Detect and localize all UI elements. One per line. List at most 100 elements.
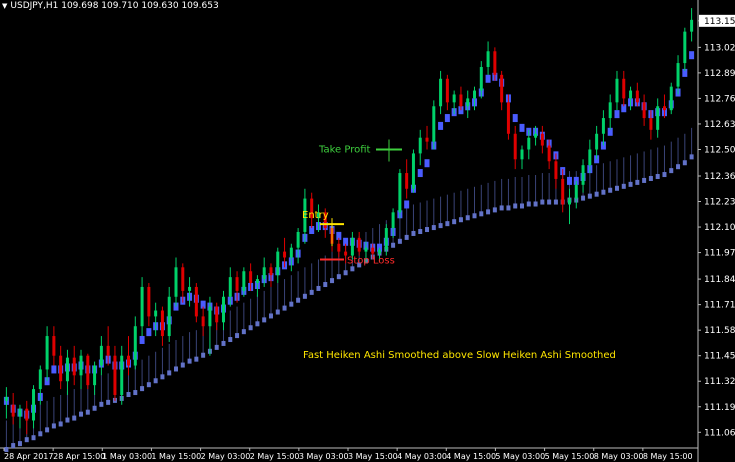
y-tick-label: 111.840 [704,275,735,285]
candle-body [669,86,673,111]
candle-body [215,306,219,323]
candle-body [500,74,504,103]
dropdown-triangle-icon[interactable]: ▼ [2,2,7,10]
candle-body [11,404,15,417]
slow-ha-bar [330,278,335,284]
candle-body [208,306,212,327]
candle-body [357,237,361,252]
candle-body [506,102,510,134]
candle-body [147,286,151,317]
current-price-label: 113.155 [704,17,735,27]
candle-body [418,137,422,154]
slow-ha-bar [65,417,70,423]
x-tick-label: 2 May 15:00 [250,452,300,461]
candle-body [405,173,409,189]
slow-ha-bar [187,358,192,364]
slow-ha-bar [391,242,396,248]
slow-ha-bar [262,317,267,323]
slow-ha-bar [492,207,497,213]
slow-ha-bar [255,321,260,327]
slow-ha-bar [669,168,674,174]
y-tick-label: 112.760 [704,94,735,104]
candle-body [201,316,205,327]
slow-ha-bar [316,285,321,291]
slow-ha-bar [533,201,538,207]
x-tick-label: 8 May 03:00 [594,452,644,461]
slow-ha-bar [614,185,619,191]
slow-ha-bar [92,405,97,411]
slow-ha-bar [140,386,145,392]
candle-body [337,243,341,252]
candle-body [242,271,246,291]
slow-ha-bar [458,217,463,223]
candle-body [371,247,375,254]
slow-ha-bar [418,229,423,234]
slow-ha-bar [520,203,524,209]
slow-ha-bar [526,201,531,207]
candle-body [52,336,56,356]
take-profit-label: Take Profit [318,144,371,155]
candle-body [629,90,633,99]
slow-ha-bar [404,234,409,240]
slow-ha-bar [506,205,511,211]
slow-ha-bar [628,181,633,187]
candle-body [588,149,592,166]
candle-body [350,237,354,256]
candle-body [221,296,225,323]
slow-ha-bar [648,175,653,181]
slow-ha-bar [133,390,138,396]
candle-body [262,267,266,280]
fast-ha-bar [485,74,491,83]
slow-ha-bar [343,270,348,276]
chart-header: ▼ USDJPY,H1 109.698 109.710 109.630 109.6… [2,1,219,11]
candle-body [561,178,565,205]
slow-ha-bar [689,154,694,160]
y-tick-label: 111.710 [704,301,735,311]
candle-body [25,408,29,421]
y-tick-label: 111.190 [704,403,735,413]
slow-ha-bar [452,219,457,225]
fast-ha-bar [519,123,525,132]
y-tick-label: 111.450 [704,352,735,362]
x-tick-label: 8 May 15:00 [643,452,693,461]
slow-ha-bar [309,289,314,295]
slow-ha-bar [31,435,36,441]
slow-ha-bar [608,187,613,193]
slow-ha-bar [174,366,178,372]
candle-body [676,63,680,87]
slow-ha-bar [214,344,219,350]
candle-body [276,251,280,276]
fast-ha-bar [51,365,57,374]
x-tick-label: 28 Apr 2017 [4,452,53,461]
slow-ha-bar [513,203,518,209]
candle-body [608,102,612,119]
candle-body [439,78,443,107]
candle-body [540,133,544,146]
candle-body [120,355,124,395]
candle-body [595,133,599,150]
candle-body [140,286,144,327]
slow-ha-bar [553,199,558,205]
candle-body [459,94,463,107]
candle-body [622,78,626,99]
slow-ha-bar [241,329,246,335]
candle-body [188,286,192,291]
slow-ha-bar [289,301,294,307]
y-tick-label: 112.890 [704,69,735,79]
slow-ha-bar [682,160,687,166]
candle-body [127,355,131,366]
candle-body [106,345,110,356]
slow-ha-bar [72,415,77,421]
candle-body [527,137,531,150]
slow-ha-bar [79,411,84,417]
candle-body [662,106,666,111]
symbol-info: USDJPY,H1 109.698 109.710 109.630 109.65… [10,1,219,11]
candle-body [249,271,253,284]
slow-ha-bar [58,421,63,427]
slow-ha-bar [45,427,50,433]
candle-body [513,133,517,160]
fast-ha-bar [139,335,145,344]
candle-body [296,231,300,248]
slow-ha-bar [126,392,131,398]
slow-ha-bar [167,370,172,376]
